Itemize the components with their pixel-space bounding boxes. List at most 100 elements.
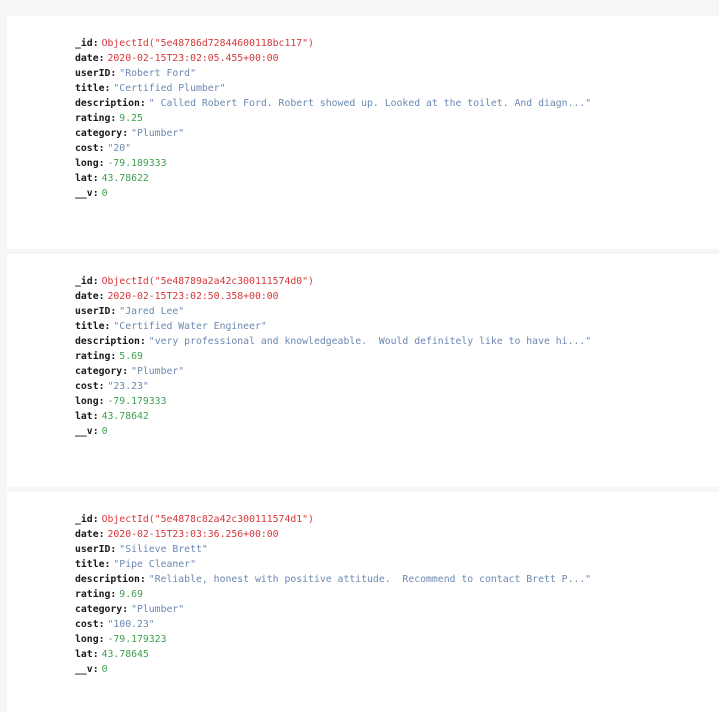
field-value: 0: [101, 188, 108, 199]
field-separator: :: [110, 68, 117, 79]
field-value: 0: [101, 664, 108, 675]
field-value: -79.189333: [107, 158, 167, 169]
field-key: cost: [75, 143, 99, 154]
field-value: 43.78622: [101, 173, 149, 184]
field-key: description: [75, 574, 140, 585]
field-value: "Certified Plumber": [113, 83, 226, 94]
field-row-category: category: "Plumber": [75, 126, 591, 141]
document-fields: _id: ObjectId("5e48786d72844600118bc117")…: [75, 36, 591, 201]
field-separator: :: [92, 188, 99, 199]
field-row-description: description: "very professional and knowl…: [75, 334, 591, 349]
field-separator: :: [110, 351, 117, 362]
field-value: -79.179323: [107, 634, 167, 645]
field-value: "23.23": [107, 381, 149, 392]
field-key: date: [75, 529, 99, 540]
field-value: "Plumber": [131, 366, 185, 377]
field-value: "20": [107, 143, 132, 154]
field-separator: :: [98, 291, 105, 302]
field-key: lat: [75, 411, 93, 422]
field-separator: :: [92, 514, 99, 525]
field-key: lat: [75, 649, 93, 660]
field-row-title: title: "Pipe Cleaner": [75, 557, 591, 572]
field-separator: :: [104, 83, 111, 94]
document-fields: _id: ObjectId("5e4878c82a42c300111574d1")…: [75, 512, 591, 677]
field-key: cost: [75, 381, 99, 392]
field-row-userID: userID: "Jared Lee": [75, 304, 591, 319]
field-row-v: __v: 0: [75, 424, 591, 439]
field-value: 9.69: [119, 589, 143, 600]
field-key: date: [75, 53, 99, 64]
field-row-v: __v: 0: [75, 186, 591, 201]
field-value: 2020-02-15T23:03:36.256+00:00: [107, 529, 279, 540]
field-value: "Plumber": [131, 128, 185, 139]
field-row-title: title: "Certified Plumber": [75, 81, 591, 96]
field-value: 43.78645: [101, 649, 149, 660]
field-value: "Robert Ford": [119, 68, 196, 79]
field-separator: :: [92, 276, 99, 287]
field-key: category: [75, 366, 123, 377]
field-value: 0: [101, 426, 108, 437]
field-row-category: category: "Plumber": [75, 364, 591, 379]
field-value: -79.179333: [107, 396, 167, 407]
field-row-userID: userID: "Silieve Brett": [75, 542, 591, 557]
field-row-id: _id: ObjectId("5e48786d72844600118bc117"): [75, 36, 591, 51]
field-row-rating: rating: 5.69: [75, 349, 591, 364]
field-separator: :: [98, 53, 105, 64]
field-value: "100.23": [107, 619, 155, 630]
field-separator: :: [139, 98, 146, 109]
field-separator: :: [92, 38, 99, 49]
field-row-cost: cost: "20": [75, 141, 591, 156]
field-row-lat: lat: 43.78622: [75, 171, 591, 186]
field-key: __v: [75, 188, 93, 199]
field-row-rating: rating: 9.69: [75, 587, 591, 602]
field-separator: :: [110, 544, 117, 555]
field-separator: :: [122, 604, 129, 615]
field-key: category: [75, 604, 123, 615]
field-separator: :: [92, 411, 99, 422]
field-key: category: [75, 128, 123, 139]
field-value: "Reliable, honest with positive attitude…: [148, 574, 592, 585]
field-key: long: [75, 396, 99, 407]
field-row-description: description: "Reliable, honest with posit…: [75, 572, 591, 587]
field-row-id: _id: ObjectId("5e4878c82a42c300111574d1"): [75, 512, 591, 527]
field-row-lat: lat: 43.78642: [75, 409, 591, 424]
field-separator: :: [98, 396, 105, 407]
document-card[interactable]: _id: ObjectId("5e48786d72844600118bc117")…: [7, 16, 719, 249]
field-row-long: long: -79.179323: [75, 632, 591, 647]
field-key: date: [75, 291, 99, 302]
field-value: "Plumber": [131, 604, 185, 615]
field-separator: :: [98, 158, 105, 169]
document-card[interactable]: _id: ObjectId("5e4878c82a42c300111574d1")…: [7, 492, 719, 712]
field-row-userID: userID: "Robert Ford": [75, 66, 591, 81]
field-key: __v: [75, 664, 93, 675]
field-key: title: [75, 83, 105, 94]
field-row-date: date: 2020-02-15T23:03:36.256+00:00: [75, 527, 591, 542]
field-separator: :: [98, 143, 105, 154]
field-value: 5.69: [119, 351, 143, 362]
document-card[interactable]: _id: ObjectId("5e48789a2a42c300111574d0")…: [7, 254, 719, 487]
field-separator: :: [98, 381, 105, 392]
field-row-date: date: 2020-02-15T23:02:50.358+00:00: [75, 289, 591, 304]
field-row-id: _id: ObjectId("5e48789a2a42c300111574d0"): [75, 274, 591, 289]
field-value: ObjectId("5e48786d72844600118bc117"): [101, 38, 314, 49]
field-key: cost: [75, 619, 99, 630]
field-key: title: [75, 559, 105, 570]
field-key: __v: [75, 426, 93, 437]
field-value: "Certified Water Engineer": [113, 321, 267, 332]
field-key: description: [75, 336, 140, 347]
field-key: _id: [75, 38, 93, 49]
field-key: description: [75, 98, 140, 109]
documents-list: _id: ObjectId("5e48786d72844600118bc117")…: [0, 0, 719, 712]
field-value: "Silieve Brett": [119, 544, 208, 555]
field-separator: :: [98, 529, 105, 540]
field-key: title: [75, 321, 105, 332]
field-row-description: description: " Called Robert Ford. Robert…: [75, 96, 591, 111]
field-row-rating: rating: 9.25: [75, 111, 591, 126]
field-key: long: [75, 158, 99, 169]
field-key: _id: [75, 276, 93, 287]
field-row-category: category: "Plumber": [75, 602, 591, 617]
field-separator: :: [139, 574, 146, 585]
field-key: long: [75, 634, 99, 645]
field-separator: :: [122, 366, 129, 377]
field-key: userID: [75, 68, 111, 79]
